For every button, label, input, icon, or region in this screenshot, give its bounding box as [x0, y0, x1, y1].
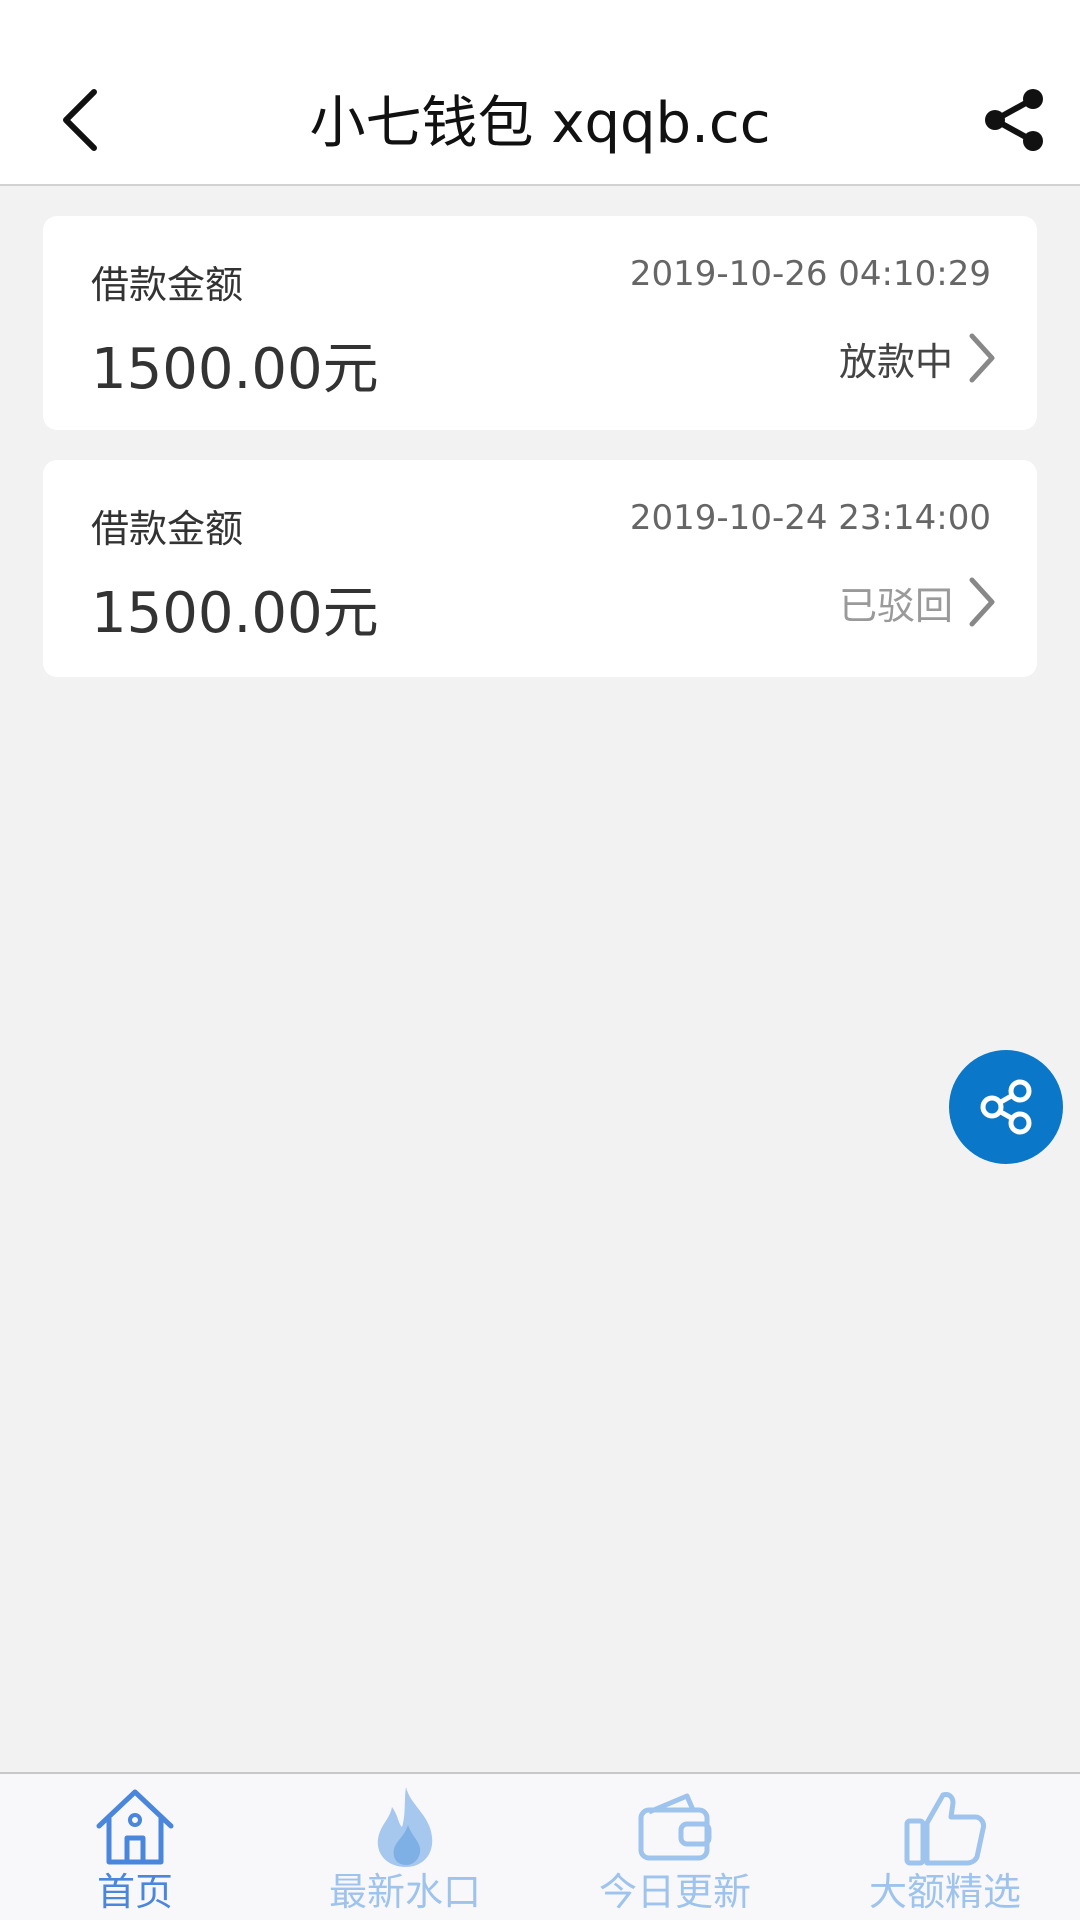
page-title: 小七钱包 xqqb.cc [309, 91, 771, 156]
loan-amount-value: 1500.00元 [91, 337, 379, 402]
loan-amount-value: 1500.00元 [91, 581, 379, 646]
nav-item-latest[interactable]: 最新水口 [270, 1774, 540, 1920]
top-bar: 小七钱包 xqqb.cc [0, 0, 1080, 186]
nav-item-home[interactable]: 首页 [0, 1774, 270, 1920]
loan-status: 已驳回 [838, 583, 953, 628]
nav-label: 大额精选 [868, 1870, 1021, 1914]
loan-status-group: 已驳回 [839, 572, 997, 632]
loan-amount-label: 借款金额 [91, 507, 244, 551]
share-icon [980, 1079, 1032, 1135]
loan-time: 2019-10-24 23:14:00 [629, 498, 991, 538]
floating-share-button[interactable] [949, 1050, 1063, 1164]
thumbs-up-icon [900, 1784, 990, 1870]
loan-status-group: 放款中 [839, 328, 997, 388]
loan-record-card[interactable]: 借款金额 2019-10-24 23:14:00 1500.00元 已驳回 [43, 460, 1037, 677]
share-button[interactable] [974, 80, 1054, 160]
bottom-navigation: 首页 最新水口 今日更新 大额精选 [0, 1772, 1080, 1920]
chevron-right-icon [969, 333, 995, 383]
nav-label: 今日更新 [598, 1870, 751, 1914]
nav-item-today[interactable]: 今日更新 [540, 1774, 810, 1920]
nav-label: 最新水口 [328, 1870, 481, 1914]
chevron-right-icon [969, 577, 995, 627]
loan-amount-label: 借款金额 [91, 263, 244, 307]
loan-record-card[interactable]: 借款金额 2019-10-26 04:10:29 1500.00元 放款中 [43, 216, 1037, 430]
back-button[interactable] [50, 80, 110, 160]
flame-icon [360, 1784, 450, 1870]
share-icon [985, 89, 1043, 151]
chevron-left-icon [63, 89, 97, 151]
loan-time: 2019-10-26 04:10:29 [629, 254, 991, 294]
loan-status: 放款中 [838, 339, 953, 384]
nav-item-large-picks[interactable]: 大额精选 [810, 1774, 1080, 1920]
wallet-icon [630, 1784, 720, 1870]
nav-label: 首页 [96, 1870, 173, 1914]
home-icon [90, 1784, 180, 1870]
